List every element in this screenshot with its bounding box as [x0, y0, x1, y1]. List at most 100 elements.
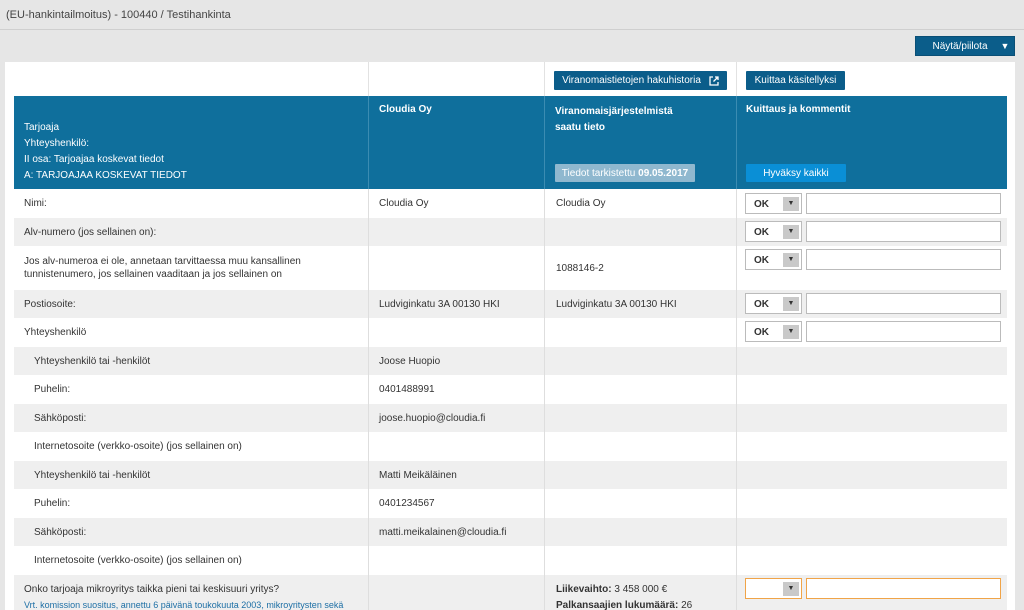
- status-value: OK: [754, 327, 769, 338]
- table-row: Yhteyshenkilö tai -henkilöt Matti Meikäl…: [14, 461, 1007, 489]
- column-divider: [544, 62, 545, 96]
- table-row: Yhteyshenkilö tai -henkilöt Joose Huopio: [14, 347, 1007, 375]
- header-line: Yhteyshenkilö:: [24, 138, 90, 149]
- table-row: Postiosoite: Ludviginkatu 3A 00130 HKI L…: [14, 290, 1007, 318]
- commission-recommendation-link[interactable]: Vrt. komission suositus, annettu 6 päivä…: [24, 600, 343, 610]
- approve-all-label: Hyväksy kaikki: [763, 167, 829, 179]
- comment-input[interactable]: [806, 293, 1001, 314]
- table-row: Jos alv-numeroa ei ole, annetaan tarvitt…: [14, 246, 1007, 290]
- table-row: Nimi: Cloudia Oy Cloudia Oy OK ▼: [14, 189, 1007, 218]
- row-label: Yhteyshenkilö tai -henkilöt: [34, 469, 151, 481]
- row-label: Alv-numero (jos sellainen on):: [24, 226, 157, 238]
- header-acknowledgement: Kuittaus ja kommentit: [746, 104, 851, 115]
- status-select[interactable]: OK ▼: [745, 193, 802, 214]
- table-row: Sähköposti: matti.meikalainen@cloudia.fi: [14, 518, 1007, 546]
- table-row: Onko tarjoaja mikroyritys taikka pieni t…: [14, 575, 1007, 610]
- column-divider: [736, 96, 737, 189]
- comment-input[interactable]: [806, 193, 1001, 214]
- row-label: Internetosoite (verkko-osoite) (jos sell…: [34, 441, 242, 452]
- header-authority-line1: Viranomaisjärjestelmistä: [555, 106, 673, 117]
- status-value: OK: [754, 255, 769, 266]
- row-label: Sähköposti:: [34, 412, 87, 424]
- header-line: II osa: Tarjoajaa koskevat tiedot: [24, 154, 164, 165]
- employees-value: 26: [681, 600, 693, 610]
- comment-input[interactable]: [806, 578, 1001, 599]
- row-label: Nimi:: [24, 198, 47, 209]
- header-line: Tarjoaja: [24, 122, 60, 133]
- caret-down-icon: ▼: [783, 197, 799, 211]
- row-label: Sähköposti:: [34, 526, 87, 538]
- comment-input[interactable]: [806, 249, 1001, 270]
- comment-input[interactable]: [806, 321, 1001, 342]
- row-value: Cloudia Oy: [379, 198, 429, 209]
- status-select[interactable]: OK ▼: [745, 249, 802, 270]
- caret-down-icon: ▼: [783, 253, 799, 267]
- revenue-value: 3 458 000 €: [614, 584, 668, 595]
- row-value: 0401234567: [379, 498, 435, 509]
- row-label: Puhelin:: [34, 498, 71, 509]
- acknowledge-label: Kuittaa käsitellyksi: [754, 75, 837, 86]
- row-label: Internetosoite (verkko-osoite) (jos sell…: [34, 555, 242, 566]
- revenue-line: Liikevaihto: 3 458 000 €: [556, 584, 667, 595]
- comment-input[interactable]: [806, 221, 1001, 242]
- search-history-label: Viranomaistietojen hakuhistoria: [562, 75, 701, 86]
- status-select[interactable]: OK ▼: [745, 321, 802, 342]
- employees-label: Palkansaajien lukumäärä:: [556, 600, 679, 610]
- external-link-icon: [709, 75, 719, 86]
- status-select[interactable]: OK ▼: [745, 221, 802, 242]
- row-authority-value: 1088146-2: [556, 262, 604, 274]
- page-title: (EU-hankintailmoitus) - 100440 / Testiha…: [6, 9, 231, 21]
- table-row: Yhteyshenkilö OK ▼: [14, 318, 1007, 347]
- row-label: Yhteyshenkilö tai -henkilöt: [34, 355, 151, 367]
- header-company: Cloudia Oy: [379, 104, 432, 115]
- caret-down-icon: ▼: [783, 225, 799, 239]
- row-value: Ludviginkatu 3A 00130 HKI: [379, 298, 500, 310]
- row-authority-value: Ludviginkatu 3A 00130 HKI: [556, 298, 677, 310]
- column-divider: [544, 96, 545, 189]
- column-divider: [736, 62, 737, 96]
- table-row: Alv-numero (jos sellainen on): OK ▼: [14, 218, 1007, 246]
- search-history-button[interactable]: Viranomaistietojen hakuhistoria: [554, 71, 727, 90]
- acknowledge-button[interactable]: Kuittaa käsitellyksi: [746, 71, 845, 90]
- chevron-down-icon: ▼: [1000, 41, 1010, 51]
- column-divider: [368, 62, 369, 96]
- row-authority-value: Cloudia Oy: [556, 198, 606, 209]
- row-label: Yhteyshenkilö: [24, 327, 87, 338]
- row-label: Postiosoite:: [24, 298, 76, 310]
- row-value: Matti Meikäläinen: [379, 469, 457, 481]
- show-hide-button[interactable]: Näytä/piilota ▼: [915, 36, 1015, 56]
- revenue-label: Liikevaihto:: [556, 584, 612, 595]
- action-button-row: Viranomaistietojen hakuhistoria Kuittaa …: [5, 62, 1015, 96]
- table-header: Tarjoaja Yhteyshenkilö: II osa: Tarjoaja…: [14, 96, 1007, 189]
- status-value: OK: [754, 227, 769, 238]
- row-value: matti.meikalainen@cloudia.fi: [379, 526, 507, 538]
- checked-prefix: Tiedot tarkistettu: [561, 167, 636, 179]
- table-row: Puhelin: 0401234567: [14, 489, 1007, 518]
- row-value: Joose Huopio: [379, 355, 441, 367]
- row-value: joose.huopio@cloudia.fi: [379, 412, 486, 424]
- sme-question: Onko tarjoaja mikroyritys taikka pieni t…: [24, 584, 280, 595]
- status-select[interactable]: OK ▼: [745, 293, 802, 314]
- row-label: Jos alv-numeroa ei ole, annetaan tarvitt…: [24, 256, 301, 280]
- employees-line: Palkansaajien lukumäärä: 26: [556, 600, 692, 610]
- top-bar: (EU-hankintailmoitus) - 100440 / Testiha…: [0, 0, 1024, 30]
- status-value: OK: [754, 299, 769, 310]
- caret-down-icon: ▼: [783, 297, 799, 311]
- row-label: Puhelin:: [34, 384, 71, 395]
- column-divider: [368, 96, 369, 189]
- caret-down-icon: ▼: [783, 325, 799, 339]
- header-authority-line2: saatu tieto: [555, 122, 606, 133]
- status-select[interactable]: ▼: [745, 578, 802, 599]
- header-supplier-info: Tarjoaja Yhteyshenkilö: II osa: Tarjoaja…: [24, 120, 187, 184]
- header-authority: Viranomaisjärjestelmistä saatu tieto: [555, 104, 673, 136]
- row-value: 0401488991: [379, 384, 435, 395]
- header-line: A: TARJOAJAA KOSKEVAT TIEDOT: [24, 170, 187, 181]
- table-row: Sähköposti: joose.huopio@cloudia.fi: [14, 404, 1007, 432]
- approve-all-button[interactable]: Hyväksy kaikki: [746, 164, 846, 182]
- table-row: Internetosoite (verkko-osoite) (jos sell…: [14, 546, 1007, 575]
- show-hide-label: Näytä/piilota: [932, 40, 988, 52]
- table-row: Puhelin: 0401488991: [14, 375, 1007, 404]
- checked-date: 09.05.2017: [638, 167, 689, 179]
- checked-date-button[interactable]: Tiedot tarkistettu 09.05.2017: [555, 164, 695, 182]
- caret-down-icon: ▼: [783, 582, 799, 596]
